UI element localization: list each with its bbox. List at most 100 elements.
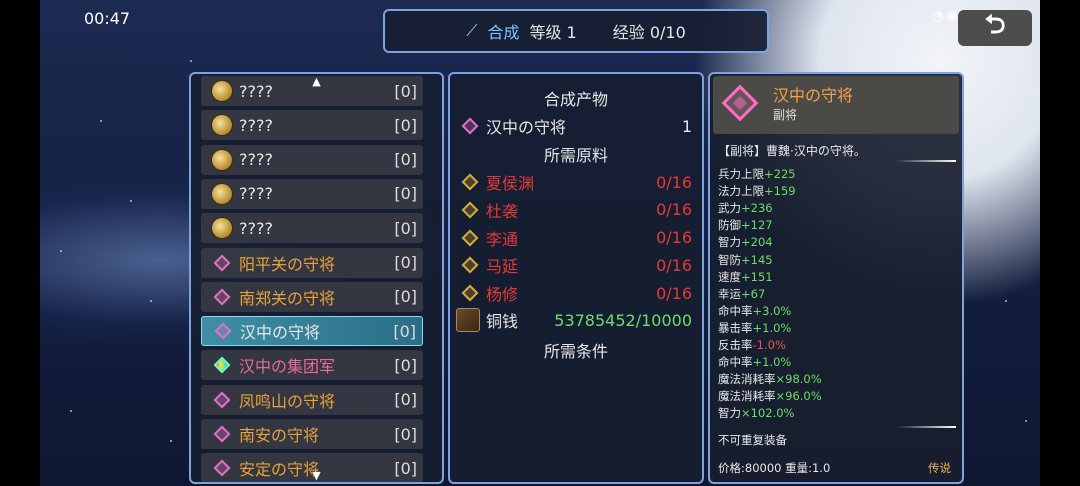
material-row: 马延 0/16 — [450, 253, 702, 277]
coin-icon — [211, 218, 233, 239]
recipe-name: 凤鸣山の守将 — [239, 391, 336, 411]
recipe-row[interactable]: 汉中の集团军 [0] — [201, 350, 423, 381]
synthesis-requirements-panel: 合成产物 汉中の守将 1 所需原料 夏侯渊 0/16 杜袭 0/16 李通 0/16 马延 0… — [448, 72, 704, 484]
scroll-up-icon[interactable]: ▲ — [312, 75, 320, 88]
stat-label: 幸运 — [718, 286, 741, 301]
recipe-count: [0] — [394, 424, 417, 444]
recipe-name: ???? — [239, 115, 273, 135]
material-row: 李通 0/16 — [450, 226, 702, 250]
recipe-row[interactable]: 南郑关の守将 [0] — [201, 281, 423, 312]
stat-row: 智力×102.0% — [718, 405, 795, 421]
product-row: 汉中の守将 1 — [450, 114, 702, 138]
coin-icon — [211, 81, 233, 101]
material-progress: 0/16 — [656, 228, 692, 248]
stat-value: +159 — [764, 184, 796, 199]
stat-value: +1.0% — [752, 320, 792, 335]
stat-label: 魔法消耗率 — [718, 372, 776, 387]
recipe-list-panel[interactable]: ▲ ???? [0]???? [0]???? [0]???? [0]???? [0] 阳平关… — [189, 72, 444, 484]
stat-row: 防御+127 — [718, 217, 773, 233]
stat-label: 武力 — [718, 201, 741, 216]
stat-row: 武力+236 — [718, 200, 773, 216]
rainbow-gem-icon — [211, 356, 233, 374]
signal-icon: ◔ — [932, 9, 947, 24]
recipe-count: [0] — [394, 355, 417, 375]
pink-gem-icon — [211, 288, 233, 306]
pink-gem-icon — [461, 117, 479, 135]
recipe-count: [0] — [394, 218, 417, 238]
coin-icon — [211, 183, 233, 204]
recipe-row[interactable]: 凤鸣山の守将 [0] — [201, 384, 423, 415]
coin-icon — [211, 149, 233, 170]
material-name: 李通 — [486, 229, 519, 249]
stat-row: 命中率+3.0% — [718, 303, 791, 319]
recipe-row[interactable]: 汉中の守将 [0] — [201, 316, 423, 347]
stat-row: 暴击率+1.0% — [718, 320, 791, 336]
recipe-row[interactable]: ???? [0] — [201, 110, 423, 141]
recipe-count: [0] — [394, 458, 417, 478]
stat-value: +145 — [741, 252, 773, 267]
recipe-name: 南郑关の守将 — [239, 288, 336, 308]
divider — [896, 426, 956, 428]
stat-label: 智防 — [718, 252, 741, 267]
stat-label: 防御 — [718, 218, 741, 233]
stat-label: 法力上限 — [718, 184, 764, 199]
stat-row: 魔法消耗率×98.0% — [718, 371, 822, 387]
stat-row: 智防+145 — [718, 252, 773, 268]
product-header: 合成产物 — [543, 90, 608, 109]
recipe-row[interactable]: 阳平关の守将 [0] — [201, 247, 423, 278]
stat-row: 魔法消耗率×96.0% — [718, 388, 822, 404]
material-name: 杨修 — [486, 285, 519, 305]
stat-label: 命中率 — [718, 355, 753, 370]
scroll-down-icon[interactable]: ▼ — [312, 469, 320, 482]
stat-label: 智力 — [718, 406, 741, 421]
recipe-name: 阳平关の守将 — [239, 254, 336, 274]
stat-label: 命中率 — [718, 303, 753, 318]
recipe-row[interactable]: ???? [0] — [201, 144, 423, 175]
stat-label: 反击率 — [718, 338, 753, 352]
stat-value: +204 — [741, 235, 773, 250]
stat-value: -1.0% — [752, 338, 786, 352]
product-name: 汉中の守将 — [486, 118, 567, 137]
status-time: 00:47 — [84, 9, 131, 28]
price-weight: 价格:80000 重量:1.0 — [718, 461, 831, 475]
stat-value: ×98.0% — [775, 372, 822, 387]
item-gem-icon — [721, 84, 759, 122]
stat-row: 幸运+67 — [718, 286, 765, 302]
back-button[interactable]: ⮌ — [958, 10, 1032, 46]
material-gem-icon — [461, 173, 479, 191]
material-name: 杜袭 — [486, 201, 519, 221]
rarity-label: 传说 — [928, 461, 951, 475]
recipe-count: [0] — [394, 390, 417, 410]
exp-label: 经验 0/10 — [612, 23, 686, 42]
stat-value: +127 — [741, 218, 773, 233]
recipe-name: 南安の守将 — [239, 426, 320, 445]
stat-row: 反击率-1.0% — [718, 337, 786, 353]
stat-value: +225 — [764, 167, 796, 181]
product-qty: 1 — [681, 116, 692, 136]
pink-gem-icon — [211, 425, 233, 443]
recipe-count: [0] — [393, 321, 416, 341]
pink-gem-icon — [211, 391, 233, 409]
stat-row: 智力+204 — [718, 234, 773, 250]
item-subtitle: 副将 — [773, 108, 798, 122]
back-arrow-icon: ⮌ — [984, 10, 1006, 40]
stat-row: 命中率+1.0% — [718, 354, 791, 370]
recipe-count: [0] — [394, 150, 417, 170]
stat-row: 法力上限+159 — [718, 183, 796, 199]
recipe-count: [0] — [394, 115, 417, 135]
stat-value: +151 — [741, 269, 773, 284]
stat-value: ×96.0% — [775, 389, 822, 404]
synthesis-header-bar: ⟋ 合成 等级 1 经验 0/10 — [383, 9, 769, 53]
currency-row: 铜钱 53785452/10000 — [450, 308, 702, 332]
pink-gem-icon — [211, 254, 233, 271]
stat-value: +1.0% — [752, 355, 792, 370]
recipe-name: ???? — [239, 184, 273, 204]
material-row: 杨修 0/16 — [450, 281, 702, 305]
recipe-row[interactable]: 南安の守将 [0] — [201, 419, 423, 449]
material-progress: 0/16 — [656, 283, 692, 303]
mode-label: 合成 — [487, 23, 520, 42]
recipe-row[interactable]: ???? [0] — [201, 213, 423, 244]
recipe-row[interactable]: ???? [0] — [201, 178, 423, 209]
item-title: 汉中の守将 — [773, 86, 854, 105]
materials-header: 所需原料 — [543, 146, 608, 165]
